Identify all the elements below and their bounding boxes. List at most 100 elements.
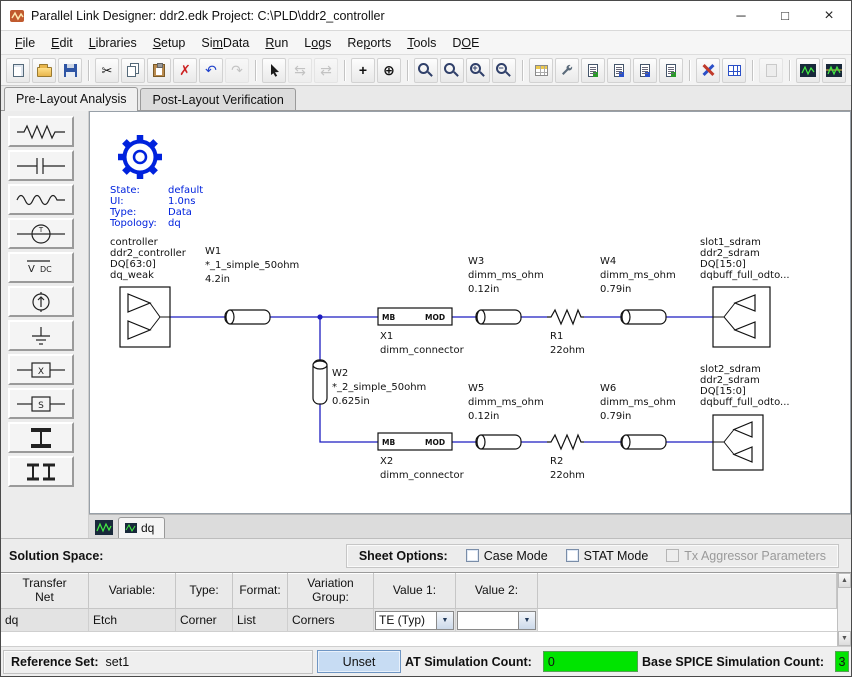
palette-lossy-line[interactable]	[8, 184, 74, 215]
print-button[interactable]	[759, 58, 783, 83]
palette-dual-choke[interactable]	[8, 456, 74, 487]
sheet-list-icon[interactable]	[95, 520, 113, 535]
palette-s-parameter[interactable]: S	[8, 388, 74, 419]
report-doc3-button[interactable]	[633, 58, 657, 83]
cell-type[interactable]: Corner	[176, 609, 233, 632]
col-header-format[interactable]: Format:	[233, 573, 288, 609]
scroll-up-button[interactable]: ▲	[838, 573, 851, 588]
col-header-variable[interactable]: Variable:	[89, 573, 176, 609]
cell-variation-group[interactable]: Corners	[288, 609, 374, 632]
connector-x1[interactable]: MB MOD X1 dimm_connector	[378, 308, 465, 356]
menu-item-libraries[interactable]: Libraries	[81, 33, 145, 53]
col-header-value1[interactable]: Value 1:	[374, 573, 456, 609]
menu-item-edit[interactable]: Edit	[43, 33, 81, 53]
palette-capacitor[interactable]	[8, 150, 74, 181]
tline-w5[interactable]: W5 dimm_ms_ohm 0.12in	[468, 383, 544, 449]
solution-space-bar: Solution Space: Sheet Options: Case Mode…	[1, 538, 851, 572]
table-scrollbar[interactable]: ▲ ▼	[837, 573, 851, 646]
palette-choke[interactable]	[8, 422, 74, 453]
zoom-out-button[interactable]: −	[492, 58, 516, 83]
value1-dropdown-arrow[interactable]: ▼	[436, 612, 453, 629]
new-button[interactable]	[6, 58, 30, 83]
value1-combobox[interactable]: TE (Typ) ▼	[375, 611, 454, 630]
value2-combobox[interactable]: ▼	[457, 611, 536, 630]
zoom-window-button[interactable]	[414, 58, 438, 83]
undo-button[interactable]: ↶	[199, 58, 223, 83]
cell-format[interactable]: List	[233, 609, 288, 632]
tline-w6[interactable]: W6 dimm_ms_ohm 0.79in	[600, 383, 676, 449]
zoom-fit-button[interactable]	[440, 58, 464, 83]
cell-variable[interactable]: Etch	[89, 609, 176, 632]
connector-x2[interactable]: MB MOD X2 dimm_connector	[378, 433, 465, 481]
select-button[interactable]	[262, 58, 286, 83]
probe-button[interactable]: ⇆	[288, 58, 312, 83]
palette-ground[interactable]	[8, 320, 74, 351]
tab-postlayout-verification[interactable]: Post-Layout Verification	[140, 88, 295, 110]
value2-dropdown-arrow[interactable]: ▼	[518, 612, 535, 629]
waveform-viewer-button[interactable]	[796, 58, 820, 83]
pan-button[interactable]: ⊕	[377, 58, 401, 83]
minimize-button[interactable]: ─	[719, 1, 763, 30]
zoom-in-button[interactable]: +	[466, 58, 490, 83]
col-header-value2[interactable]: Value 2:	[456, 573, 538, 609]
svg-text:ddr2_sdram: ddr2_sdram	[700, 248, 760, 259]
paste-button[interactable]	[147, 58, 171, 83]
col-header-type[interactable]: Type:	[176, 573, 233, 609]
open-button[interactable]	[32, 58, 56, 83]
menu-item-reports[interactable]: Reports	[339, 33, 399, 53]
move-button[interactable]: +	[351, 58, 375, 83]
controller-symbol[interactable]: controller ddr2_controller DQ[63:0] dq_w…	[110, 237, 187, 347]
copy-button[interactable]	[121, 58, 145, 83]
report-doc2-button[interactable]	[607, 58, 631, 83]
table-row[interactable]: dq Etch Corner List Corners TE (Typ) ▼ ▼	[1, 609, 837, 632]
resistor-r1[interactable]: R1 22ohm	[547, 310, 585, 356]
case-mode-checkbox-box[interactable]	[466, 549, 479, 562]
schematic-canvas[interactable]: State: default UI: 1.0ns Type: Data Topo…	[89, 111, 851, 514]
palette-vdc-source[interactable]: VDC	[8, 252, 74, 283]
spreadsheet-button[interactable]	[529, 58, 553, 83]
col-header-variation-group[interactable]: Variation Group:	[288, 573, 374, 609]
cut-button[interactable]: ✂	[95, 58, 119, 83]
tline-w4[interactable]: W4 dimm_ms_ohm 0.79in	[600, 256, 676, 324]
topology-gear-icon[interactable]	[118, 135, 162, 179]
save-button[interactable]	[58, 58, 82, 83]
menu-item-run[interactable]: Run	[257, 33, 296, 53]
menu-item-tools[interactable]: Tools	[399, 33, 444, 53]
menu-item-simdata[interactable]: SimData	[193, 33, 257, 53]
menu-item-doe[interactable]: DOE	[444, 33, 487, 53]
menu-item-file[interactable]: File	[7, 33, 43, 53]
simulate-button[interactable]	[555, 58, 579, 83]
col-header-transfer-net[interactable]: Transfer Net	[1, 573, 89, 609]
menu-item-setup[interactable]: Setup	[145, 33, 194, 53]
tab-prelayout-analysis[interactable]: Pre-Layout Analysis	[4, 87, 138, 111]
unset-button[interactable]: Unset	[317, 650, 401, 673]
trace-button[interactable]: ⇄	[314, 58, 338, 83]
sheet-tab-dq[interactable]: dq	[118, 517, 165, 538]
report-doc1-button[interactable]	[581, 58, 605, 83]
close-button[interactable]: ×	[807, 1, 851, 30]
scroll-down-button[interactable]: ▼	[838, 631, 851, 646]
checkbox-case-mode[interactable]: Case Mode	[466, 549, 548, 563]
tline-w2[interactable]: W2 *_2_simple_50ohm 0.625in	[313, 360, 426, 407]
palette-resistor[interactable]	[8, 116, 74, 147]
tline-w3[interactable]: W3 dimm_ms_ohm 0.12in	[468, 256, 544, 324]
menu-item-logs[interactable]: Logs	[296, 33, 339, 53]
report-doc4-button[interactable]	[659, 58, 683, 83]
stat-mode-checkbox-box[interactable]	[566, 549, 579, 562]
tline-w1[interactable]: W1 *_1_simple_50ohm 4.2in	[205, 246, 299, 324]
maximize-button[interactable]: □	[763, 1, 807, 30]
cell-transfer-net[interactable]: dq	[1, 609, 89, 632]
palette-x-block[interactable]: X	[8, 354, 74, 385]
resistor-r2[interactable]: R2 22ohm	[547, 435, 585, 481]
sdram-slot2-symbol[interactable]: slot2_sdram ddr2_sdram DQ[15:0] dqbuff_f…	[700, 364, 790, 470]
palette-ideal-tline[interactable]: T	[8, 218, 74, 249]
tools-button[interactable]	[696, 58, 720, 83]
delete-button[interactable]: ✗	[173, 58, 197, 83]
palette-current-source[interactable]	[8, 286, 74, 317]
sdram-slot1-symbol[interactable]: slot1_sdram ddr2_sdram DQ[15:0] dqbuff_f…	[700, 237, 790, 347]
checkbox-stat-mode[interactable]: STAT Mode	[566, 549, 649, 563]
net-wires[interactable]	[170, 317, 713, 442]
redo-button[interactable]: ↷	[225, 58, 249, 83]
export-grid-button[interactable]	[722, 58, 746, 83]
waveform-analyzer-button[interactable]	[822, 58, 846, 83]
